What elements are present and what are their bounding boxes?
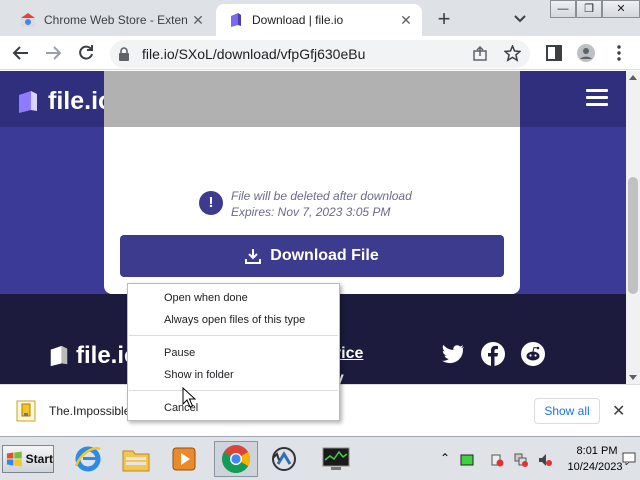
tab-search-chevron-icon[interactable] <box>512 10 528 26</box>
card-preview-area <box>104 71 520 127</box>
close-tab-icon[interactable]: ✕ <box>188 12 208 29</box>
volume-muted-icon[interactable] <box>538 453 552 467</box>
download-file-button[interactable]: Download File <box>120 235 504 277</box>
facebook-icon[interactable] <box>481 342 505 366</box>
tab-title: Download | file.io <box>252 13 344 27</box>
menu-kebab-icon[interactable] <box>610 44 628 62</box>
chrome-web-store-icon <box>21 13 35 27</box>
expiry-notice: File will be deleted after download Expi… <box>231 188 412 220</box>
network-disconnected-icon[interactable] <box>514 453 528 467</box>
clock-time[interactable]: 8:01 PM <box>572 445 622 457</box>
network-status-icon[interactable] <box>460 453 474 467</box>
taskbar-app-recycle[interactable] <box>262 441 306 477</box>
notice-expiry-text: Expires: Nov 7, 2023 3:05 PM <box>231 205 391 219</box>
tab-download-fileio[interactable]: Download | file.io ✕ <box>216 4 422 36</box>
new-tab-button[interactable]: + <box>432 6 456 32</box>
show-all-downloads-button[interactable]: Show all <box>534 398 600 424</box>
window-controls: — ❐ ✕ <box>550 0 640 18</box>
show-hidden-icons-arrow-icon[interactable]: ⌃ <box>440 451 454 465</box>
vertical-scrollbar[interactable] <box>626 71 640 384</box>
site-logo[interactable]: file.io <box>16 87 113 116</box>
action-center-icon[interactable] <box>490 453 504 467</box>
mouse-cursor-icon <box>182 387 196 408</box>
tab-strip: Chrome Web Store - Extensio ✕ Download |… <box>0 0 640 36</box>
fileio-logo-icon <box>50 345 68 367</box>
browser-toolbar: file.io/SXoL/download/vfpGfj630eBu <box>0 36 640 70</box>
internet-explorer-icon <box>74 446 101 472</box>
close-window-button[interactable]: ✕ <box>602 0 640 18</box>
menu-item-always-open[interactable]: Always open files of this type <box>164 314 305 326</box>
profile-avatar-icon[interactable] <box>577 44 595 62</box>
start-label: Start <box>25 452 53 466</box>
side-panel-icon[interactable] <box>545 44 563 62</box>
download-filename[interactable]: The.Impossible <box>49 404 130 418</box>
media-player-icon <box>172 447 196 471</box>
scroll-up-arrow-icon[interactable] <box>629 75 637 80</box>
forward-arrow-icon[interactable] <box>44 44 62 62</box>
downloading-file-icon[interactable] <box>16 400 36 422</box>
taskbar-file-explorer[interactable] <box>114 441 158 477</box>
tab-chrome-web-store[interactable]: Chrome Web Store - Extensio ✕ <box>6 4 214 36</box>
url-text[interactable]: file.io/SXoL/download/vfpGfj630eBu <box>142 46 365 62</box>
windows-taskbar: Start ⌃ 8:01 PM 10/24/2023 <box>0 436 640 480</box>
hamburger-menu-icon[interactable] <box>586 89 608 107</box>
scrollbar-thumb[interactable] <box>628 177 638 294</box>
menu-item-show-in-folder[interactable]: Show in folder <box>164 369 234 381</box>
twitter-icon[interactable] <box>441 342 465 366</box>
notice-delete-text: File will be deleted after download <box>231 189 412 203</box>
info-icon: ! <box>199 191 223 215</box>
windows-logo-icon <box>6 451 22 467</box>
download-icon <box>245 249 262 264</box>
close-shelf-icon[interactable]: ✕ <box>612 401 625 421</box>
chrome-icon <box>222 445 250 473</box>
scroll-down-arrow-icon[interactable] <box>629 375 637 380</box>
clock-date[interactable]: 10/24/2023 <box>562 461 628 473</box>
minimize-button[interactable]: — <box>550 0 576 18</box>
download-context-menu: Open when done Always open files of this… <box>127 283 340 421</box>
address-bar[interactable]: file.io/SXoL/download/vfpGfj630eBu <box>110 40 530 68</box>
start-button[interactable]: Start <box>2 445 54 473</box>
restore-button[interactable]: ❐ <box>576 0 602 18</box>
fileio-logo-icon <box>19 90 37 113</box>
menu-separator <box>129 335 338 336</box>
recycle-arrows-icon <box>272 447 296 471</box>
taskbar-media-player[interactable] <box>162 441 206 477</box>
close-tab-icon[interactable]: ✕ <box>396 12 416 29</box>
reddit-icon[interactable] <box>521 342 545 366</box>
back-arrow-icon[interactable] <box>12 44 30 62</box>
share-icon[interactable] <box>472 46 488 62</box>
tab-title: Chrome Web Store - Extensio <box>44 13 188 27</box>
lock-icon[interactable] <box>118 47 130 61</box>
reload-icon[interactable] <box>77 44 95 62</box>
menu-item-open-when-done[interactable]: Open when done <box>164 292 248 304</box>
taskbar-chrome[interactable] <box>214 441 258 477</box>
menu-item-pause[interactable]: Pause <box>164 347 195 359</box>
bookmark-star-icon[interactable] <box>504 45 521 62</box>
taskbar-internet-explorer[interactable] <box>66 441 110 477</box>
task-manager-icon <box>322 447 350 470</box>
folder-icon <box>122 450 150 472</box>
menu-separator <box>129 390 338 391</box>
download-button-label: Download File <box>270 247 379 264</box>
fileio-favicon-icon <box>231 13 241 27</box>
footer-logo[interactable]: file.io <box>48 342 139 370</box>
taskbar-task-manager[interactable] <box>314 441 358 477</box>
